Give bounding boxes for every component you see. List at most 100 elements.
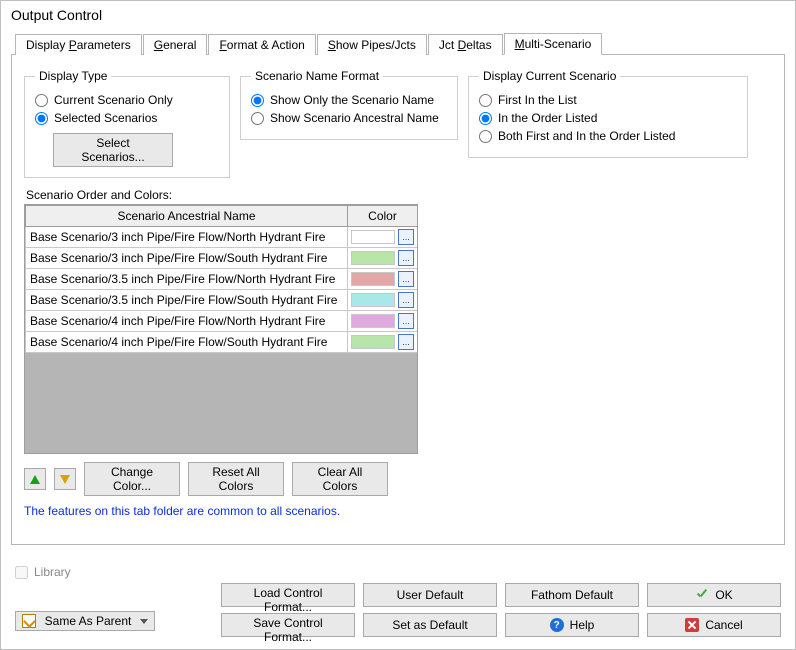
output-control-window: Output Control Display ParametersGeneral… xyxy=(0,0,796,650)
table-row[interactable]: Base Scenario/3 inch Pipe/Fire Flow/Nort… xyxy=(26,227,418,248)
scenario-color-cell[interactable]: ... xyxy=(348,311,418,332)
change-color-button[interactable]: Change Color... xyxy=(84,462,180,496)
color-swatch xyxy=(351,230,395,244)
group-display-type-legend: Display Type xyxy=(35,69,111,83)
clear-all-colors-button[interactable]: Clear All Colors xyxy=(292,462,388,496)
scenario-color-cell[interactable]: ... xyxy=(348,332,418,353)
color-picker-button[interactable]: ... xyxy=(398,250,414,266)
help-button[interactable]: ? Help xyxy=(505,613,639,637)
tab-4[interactable]: Jct Deltas xyxy=(428,34,503,55)
table-row[interactable]: Base Scenario/3 inch Pipe/Fire Flow/Sout… xyxy=(26,248,418,269)
radio-show-ancestral-name[interactable]: Show Scenario Ancestral Name xyxy=(251,111,447,125)
table-row[interactable]: Base Scenario/4 inch Pipe/Fire Flow/Nort… xyxy=(26,311,418,332)
col-header-color[interactable]: Color xyxy=(348,206,418,227)
radio-first-in-list-input[interactable] xyxy=(479,94,492,107)
scenario-name-cell[interactable]: Base Scenario/3 inch Pipe/Fire Flow/Sout… xyxy=(26,248,348,269)
radio-show-ancestral-name-input[interactable] xyxy=(251,112,264,125)
ok-button[interactable]: OK xyxy=(647,583,781,607)
move-up-button[interactable] xyxy=(24,468,46,490)
scenario-color-cell[interactable]: ... xyxy=(348,290,418,311)
group-display-type: Display Type Current Scenario Only Selec… xyxy=(24,69,230,178)
group-name-format: Scenario Name Format Show Only the Scena… xyxy=(240,69,458,140)
window-title: Output Control xyxy=(1,1,795,31)
radio-first-in-list[interactable]: First In the List xyxy=(479,93,737,107)
radio-show-only-name-input[interactable] xyxy=(251,94,264,107)
radio-selected-scenarios-label: Selected Scenarios xyxy=(54,111,157,125)
scenario-name-cell[interactable]: Base Scenario/4 inch Pipe/Fire Flow/Sout… xyxy=(26,332,348,353)
set-as-default-button[interactable]: Set as Default xyxy=(363,613,497,637)
color-swatch xyxy=(351,314,395,328)
tab-5[interactable]: Multi-Scenario xyxy=(504,33,603,55)
tab-2[interactable]: Format & Action xyxy=(208,34,315,55)
scenario-color-cell[interactable]: ... xyxy=(348,248,418,269)
tab-1[interactable]: General xyxy=(143,34,208,55)
tab-bar: Display ParametersGeneralFormat & Action… xyxy=(11,31,785,55)
edit-icon xyxy=(22,614,36,628)
scenario-grid[interactable]: Scenario Ancestrial Name Color Base Scen… xyxy=(24,204,418,454)
radio-show-ancestral-name-label: Show Scenario Ancestral Name xyxy=(270,111,439,125)
help-button-label: Help xyxy=(570,618,595,632)
radio-in-order-listed-input[interactable] xyxy=(479,112,492,125)
reset-all-colors-button[interactable]: Reset All Colors xyxy=(188,462,284,496)
help-icon: ? xyxy=(550,618,564,632)
scenario-name-cell[interactable]: Base Scenario/4 inch Pipe/Fire Flow/Nort… xyxy=(26,311,348,332)
common-note: The features on this tab folder are comm… xyxy=(24,504,772,518)
load-control-format-button[interactable]: Load Control Format... xyxy=(221,583,355,607)
same-as-parent-combo[interactable]: Same As Parent xyxy=(15,611,155,631)
radio-current-scenario-only[interactable]: Current Scenario Only xyxy=(35,93,219,107)
table-row[interactable]: Base Scenario/3.5 inch Pipe/Fire Flow/So… xyxy=(26,290,418,311)
user-default-button[interactable]: User Default xyxy=(363,583,497,607)
radio-current-scenario-only-label: Current Scenario Only xyxy=(54,93,173,107)
radio-selected-scenarios-input[interactable] xyxy=(35,112,48,125)
library-label: Library xyxy=(34,565,71,579)
radio-show-only-name-label: Show Only the Scenario Name xyxy=(270,93,434,107)
select-scenarios-button[interactable]: Select Scenarios... xyxy=(53,133,173,167)
radio-current-scenario-only-input[interactable] xyxy=(35,94,48,107)
color-picker-button[interactable]: ... xyxy=(398,271,414,287)
arrow-up-icon xyxy=(30,475,40,484)
scenario-order-label: Scenario Order and Colors: xyxy=(26,188,772,202)
save-control-format-button[interactable]: Save Control Format... xyxy=(221,613,355,637)
table-row[interactable]: Base Scenario/3.5 inch Pipe/Fire Flow/No… xyxy=(26,269,418,290)
radio-selected-scenarios[interactable]: Selected Scenarios xyxy=(35,111,219,125)
cancel-button[interactable]: Cancel xyxy=(647,613,781,637)
group-current-scenario-legend: Display Current Scenario xyxy=(479,69,620,83)
radio-both-first-and-order[interactable]: Both First and In the Order Listed xyxy=(479,129,737,143)
radio-both-first-and-order-label: Both First and In the Order Listed xyxy=(498,129,675,143)
color-picker-button[interactable]: ... xyxy=(398,229,414,245)
chevron-down-icon xyxy=(140,619,148,624)
footer: Library Same As Parent Load Control Form… xyxy=(1,557,795,649)
radio-in-order-listed[interactable]: In the Order Listed xyxy=(479,111,737,125)
color-picker-button[interactable]: ... xyxy=(398,334,414,350)
radio-both-first-and-order-input[interactable] xyxy=(479,130,492,143)
ok-button-label: OK xyxy=(715,588,732,602)
scenario-name-cell[interactable]: Base Scenario/3 inch Pipe/Fire Flow/Nort… xyxy=(26,227,348,248)
close-icon xyxy=(685,618,699,632)
tab-3[interactable]: Show Pipes/Jcts xyxy=(317,34,427,55)
color-picker-button[interactable]: ... xyxy=(398,313,414,329)
radio-show-only-name[interactable]: Show Only the Scenario Name xyxy=(251,93,447,107)
scenario-color-cell[interactable]: ... xyxy=(348,269,418,290)
tab-0[interactable]: Display Parameters xyxy=(15,34,142,55)
color-picker-button[interactable]: ... xyxy=(398,292,414,308)
scenario-name-cell[interactable]: Base Scenario/3.5 inch Pipe/Fire Flow/No… xyxy=(26,269,348,290)
cancel-button-label: Cancel xyxy=(705,618,742,632)
table-row[interactable]: Base Scenario/4 inch Pipe/Fire Flow/Sout… xyxy=(26,332,418,353)
group-name-format-legend: Scenario Name Format xyxy=(251,69,383,83)
radio-in-order-listed-label: In the Order Listed xyxy=(498,111,597,125)
scenario-name-cell[interactable]: Base Scenario/3.5 inch Pipe/Fire Flow/So… xyxy=(26,290,348,311)
color-swatch xyxy=(351,272,395,286)
same-as-parent-label: Same As Parent xyxy=(45,614,132,628)
library-checkbox xyxy=(15,566,28,579)
color-swatch xyxy=(351,293,395,307)
radio-first-in-list-label: First In the List xyxy=(498,93,577,107)
fathom-default-button[interactable]: Fathom Default xyxy=(505,583,639,607)
check-icon xyxy=(695,588,709,602)
color-swatch xyxy=(351,335,395,349)
group-current-scenario: Display Current Scenario First In the Li… xyxy=(468,69,748,158)
scenario-color-cell[interactable]: ... xyxy=(348,227,418,248)
move-down-button[interactable] xyxy=(54,468,76,490)
col-header-name[interactable]: Scenario Ancestrial Name xyxy=(26,206,348,227)
arrow-down-icon xyxy=(60,475,70,484)
multi-scenario-panel: Display Type Current Scenario Only Selec… xyxy=(11,55,785,545)
